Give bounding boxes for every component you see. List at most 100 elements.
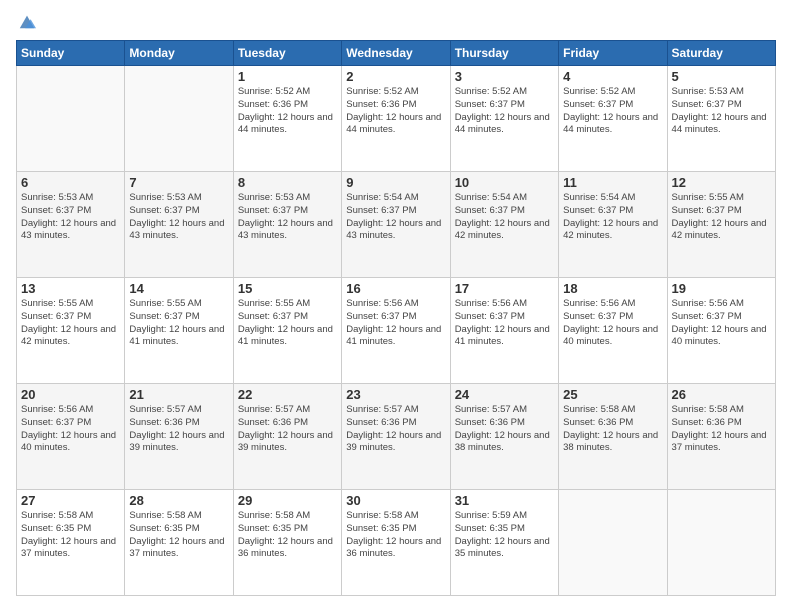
weekday-sunday: Sunday: [17, 41, 125, 66]
calendar-cell: 17 Sunrise: 5:56 AMSunset: 6:37 PMDayligh…: [450, 278, 558, 384]
day-info: Sunrise: 5:57 AMSunset: 6:36 PMDaylight:…: [455, 404, 554, 455]
day-info: Sunrise: 5:58 AMSunset: 6:35 PMDaylight:…: [21, 510, 120, 561]
week-row-4: 20Sunrise: 5:56 AMSunset: 6:37 PMDayligh…: [17, 384, 776, 490]
day-number: 17: [455, 281, 554, 296]
day-number: 8: [238, 175, 337, 190]
day-info: Sunrise: 5:58 AMSunset: 6:35 PMDaylight:…: [129, 510, 228, 561]
day-info: Sunrise: 5:56 AMSunset: 6:37 PMDaylight:…: [346, 298, 445, 349]
calendar-cell: 22 Sunrise: 5:57 AMSunset: 6:36 PMDayligh…: [233, 384, 341, 490]
calendar-cell: 14 Sunrise: 5:55 AMSunset: 6:37 PMDayligh…: [125, 278, 233, 384]
day-number: 5: [672, 69, 771, 84]
day-number: 18: [563, 281, 662, 296]
day-info: Sunrise: 5:53 AMSunset: 6:37 PMDaylight:…: [129, 192, 228, 243]
calendar-cell: 19 Sunrise: 5:56 AMSunset: 6:37 PMDayligh…: [667, 278, 775, 384]
week-row-3: 13 Sunrise: 5:55 AMSunset: 6:37 PMDayligh…: [17, 278, 776, 384]
day-number: 22: [238, 387, 337, 402]
day-number: 10: [455, 175, 554, 190]
weekday-tuesday: Tuesday: [233, 41, 341, 66]
day-info: Sunrise: 5:54 AMSunset: 6:37 PMDaylight:…: [346, 192, 445, 243]
weekday-header-row: SundayMondayTuesdayWednesdayThursdayFrid…: [17, 41, 776, 66]
day-info: Sunrise: 5:55 AMSunset: 6:37 PMDaylight:…: [672, 192, 771, 243]
day-info: Sunrise: 5:53 AMSunset: 6:37 PMDaylight:…: [21, 192, 120, 243]
day-number: 11: [563, 175, 662, 190]
day-info: Sunrise: 5:58 AMSunset: 6:35 PMDaylight:…: [238, 510, 337, 561]
day-number: 26: [672, 387, 771, 402]
calendar-cell: 29 Sunrise: 5:58 AMSunset: 6:35 PMDayligh…: [233, 490, 341, 596]
day-info: Sunrise: 5:52 AMSunset: 6:36 PMDaylight:…: [346, 86, 445, 137]
day-number: 14: [129, 281, 228, 296]
calendar-cell: 23 Sunrise: 5:57 AMSunset: 6:36 PMDayligh…: [342, 384, 450, 490]
calendar-cell: 4Sunrise: 5:52 AMSunset: 6:37 PMDaylight…: [559, 66, 667, 172]
day-number: 9: [346, 175, 445, 190]
day-info: Sunrise: 5:56 AMSunset: 6:37 PMDaylight:…: [672, 298, 771, 349]
calendar-cell: 24 Sunrise: 5:57 AMSunset: 6:36 PMDayligh…: [450, 384, 558, 490]
day-info: Sunrise: 5:57 AMSunset: 6:36 PMDaylight:…: [238, 404, 337, 455]
day-number: 21: [129, 387, 228, 402]
day-number: 31: [455, 493, 554, 508]
calendar-cell: 7 Sunrise: 5:53 AMSunset: 6:37 PMDaylight…: [125, 172, 233, 278]
calendar-cell: 8 Sunrise: 5:53 AMSunset: 6:37 PMDaylight…: [233, 172, 341, 278]
day-info: Sunrise: 5:58 AMSunset: 6:35 PMDaylight:…: [346, 510, 445, 561]
day-info: Sunrise: 5:52 AMSunset: 6:37 PMDaylight:…: [563, 86, 662, 137]
calendar-cell: 21 Sunrise: 5:57 AMSunset: 6:36 PMDayligh…: [125, 384, 233, 490]
calendar-cell: 20Sunrise: 5:56 AMSunset: 6:37 PMDayligh…: [17, 384, 125, 490]
day-number: 29: [238, 493, 337, 508]
day-info: Sunrise: 5:57 AMSunset: 6:36 PMDaylight:…: [346, 404, 445, 455]
weekday-wednesday: Wednesday: [342, 41, 450, 66]
calendar-cell: 27Sunrise: 5:58 AMSunset: 6:35 PMDayligh…: [17, 490, 125, 596]
day-number: 12: [672, 175, 771, 190]
calendar-cell: [667, 490, 775, 596]
calendar-cell: 6 Sunrise: 5:53 AMSunset: 6:37 PMDaylight…: [17, 172, 125, 278]
day-number: 3: [455, 69, 554, 84]
weekday-saturday: Saturday: [667, 41, 775, 66]
week-row-2: 6 Sunrise: 5:53 AMSunset: 6:37 PMDaylight…: [17, 172, 776, 278]
calendar-cell: 13Sunrise: 5:55 AMSunset: 6:37 PMDayligh…: [17, 278, 125, 384]
day-info: Sunrise: 5:55 AMSunset: 6:37 PMDaylight:…: [129, 298, 228, 349]
calendar-cell: 25Sunrise: 5:58 AMSunset: 6:36 PMDayligh…: [559, 384, 667, 490]
week-row-5: 27Sunrise: 5:58 AMSunset: 6:35 PMDayligh…: [17, 490, 776, 596]
day-info: Sunrise: 5:57 AMSunset: 6:36 PMDaylight:…: [129, 404, 228, 455]
calendar-cell: 15 Sunrise: 5:55 AMSunset: 6:37 PMDayligh…: [233, 278, 341, 384]
calendar-cell: 12 Sunrise: 5:55 AMSunset: 6:37 PMDayligh…: [667, 172, 775, 278]
calendar-cell: [125, 66, 233, 172]
day-info: Sunrise: 5:54 AMSunset: 6:37 PMDaylight:…: [563, 192, 662, 243]
calendar-cell: 1 Sunrise: 5:52 AMSunset: 6:36 PMDaylight…: [233, 66, 341, 172]
day-number: 19: [672, 281, 771, 296]
calendar-cell: 11 Sunrise: 5:54 AMSunset: 6:37 PMDayligh…: [559, 172, 667, 278]
logo-icon: [18, 12, 36, 30]
day-info: Sunrise: 5:58 AMSunset: 6:36 PMDaylight:…: [672, 404, 771, 455]
day-number: 16: [346, 281, 445, 296]
day-info: Sunrise: 5:55 AMSunset: 6:37 PMDaylight:…: [238, 298, 337, 349]
day-info: Sunrise: 5:58 AMSunset: 6:36 PMDaylight:…: [563, 404, 662, 455]
calendar-cell: 16 Sunrise: 5:56 AMSunset: 6:37 PMDayligh…: [342, 278, 450, 384]
calendar-table: SundayMondayTuesdayWednesdayThursdayFrid…: [16, 40, 776, 596]
calendar-cell: 26 Sunrise: 5:58 AMSunset: 6:36 PMDayligh…: [667, 384, 775, 490]
calendar-cell: 5 Sunrise: 5:53 AMSunset: 6:37 PMDaylight…: [667, 66, 775, 172]
calendar-cell: 9 Sunrise: 5:54 AMSunset: 6:37 PMDaylight…: [342, 172, 450, 278]
day-number: 2: [346, 69, 445, 84]
weekday-friday: Friday: [559, 41, 667, 66]
day-info: Sunrise: 5:52 AMSunset: 6:37 PMDaylight:…: [455, 86, 554, 137]
day-number: 30: [346, 493, 445, 508]
day-info: Sunrise: 5:56 AMSunset: 6:37 PMDaylight:…: [563, 298, 662, 349]
calendar-cell: 28Sunrise: 5:58 AMSunset: 6:35 PMDayligh…: [125, 490, 233, 596]
page: SundayMondayTuesdayWednesdayThursdayFrid…: [0, 0, 792, 612]
day-number: 13: [21, 281, 120, 296]
day-info: Sunrise: 5:54 AMSunset: 6:37 PMDaylight:…: [455, 192, 554, 243]
day-number: 6: [21, 175, 120, 190]
day-number: 7: [129, 175, 228, 190]
week-row-1: 1 Sunrise: 5:52 AMSunset: 6:36 PMDaylight…: [17, 66, 776, 172]
header: [16, 16, 776, 30]
day-number: 1: [238, 69, 337, 84]
day-info: Sunrise: 5:56 AMSunset: 6:37 PMDaylight:…: [455, 298, 554, 349]
day-number: 15: [238, 281, 337, 296]
day-number: 23: [346, 387, 445, 402]
day-info: Sunrise: 5:53 AMSunset: 6:37 PMDaylight:…: [672, 86, 771, 137]
day-number: 24: [455, 387, 554, 402]
day-info: Sunrise: 5:52 AMSunset: 6:36 PMDaylight:…: [238, 86, 337, 137]
weekday-thursday: Thursday: [450, 41, 558, 66]
day-info: Sunrise: 5:53 AMSunset: 6:37 PMDaylight:…: [238, 192, 337, 243]
calendar-cell: [17, 66, 125, 172]
calendar-cell: 2 Sunrise: 5:52 AMSunset: 6:36 PMDaylight…: [342, 66, 450, 172]
weekday-monday: Monday: [125, 41, 233, 66]
